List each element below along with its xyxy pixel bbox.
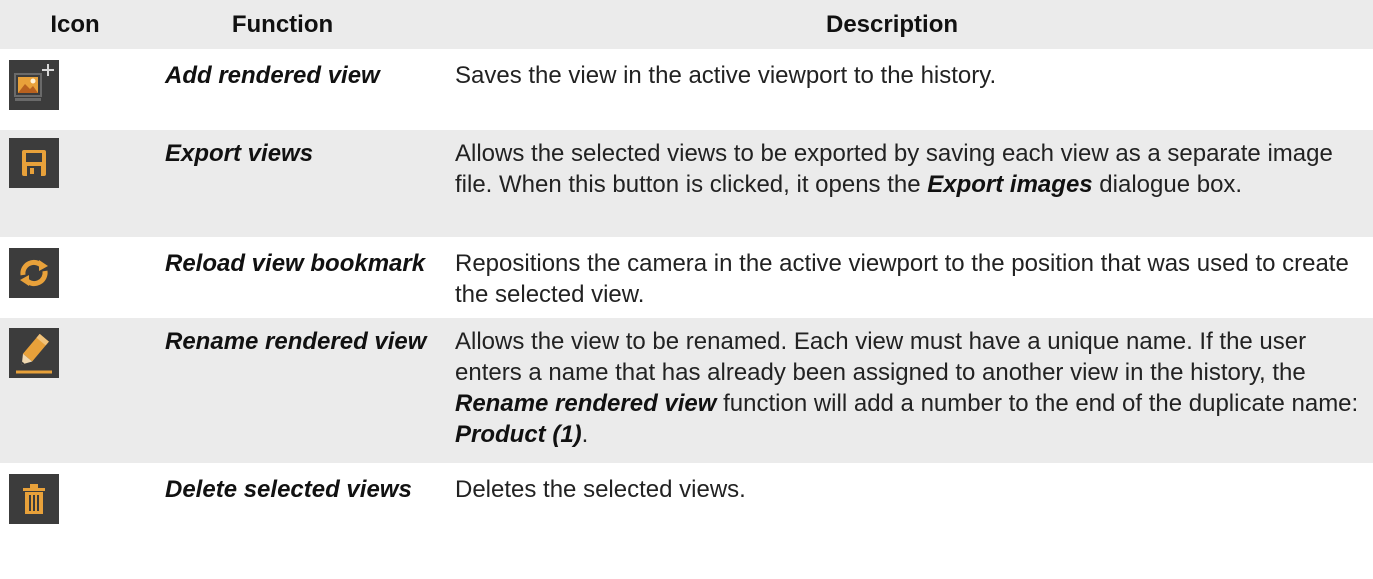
description-text: Deletes the selected views. [455, 476, 746, 503]
icon-cell [0, 130, 155, 237]
table-header-row: Icon Function Description [0, 0, 1373, 52]
header-icon: Icon [50, 10, 100, 38]
trash-icon [9, 474, 59, 524]
functions-table: Icon Function Description Add rendered v… [0, 0, 1373, 548]
function-cell: Export views [155, 130, 445, 237]
table-row: Export views Allows the selected views t… [0, 130, 1373, 240]
floppy-disk-icon [9, 138, 59, 188]
description-cell: Repositions the camera in the active vie… [445, 240, 1373, 315]
header-function: Function [231, 10, 334, 38]
description-cell: Saves the view in the active viewport to… [445, 52, 1373, 127]
icon-cell [0, 466, 155, 548]
function-cell: Add rendered view [155, 52, 445, 127]
description-cell: Deletes the selected views. [445, 466, 1373, 548]
function-name: Add rendered view [165, 62, 380, 89]
icon-cell [0, 240, 155, 315]
description-text: Saves the view in the active viewport to… [455, 62, 997, 89]
rename-pencil-icon [9, 328, 59, 378]
icon-cell [0, 318, 155, 463]
refresh-icon [9, 248, 59, 298]
description-text: Allows the selected views to be exported… [455, 140, 1333, 198]
add-image-icon [9, 60, 59, 110]
emphasis-product-1: Product (1) [455, 421, 582, 448]
emphasis-export-images: Export images [927, 171, 1093, 198]
table-row: Add rendered view Saves the view in the … [0, 52, 1373, 130]
table-row: Delete selected views Deletes the select… [0, 466, 1373, 548]
table-row: Reload view bookmark Repositions the cam… [0, 240, 1373, 318]
header-description: Description [825, 10, 959, 38]
function-name: Rename rendered view [165, 328, 427, 355]
description-text: Repositions the camera in the active vie… [455, 250, 1349, 308]
function-name: Export views [165, 140, 314, 167]
description-cell: Allows the view to be renamed. Each view… [445, 318, 1373, 463]
function-cell: Delete selected views [155, 466, 445, 548]
function-cell: Rename rendered view [155, 318, 445, 463]
function-name: Delete selected views [165, 476, 412, 503]
emphasis-rename-rendered-view: Rename rendered view [455, 390, 717, 417]
icon-cell [0, 52, 155, 127]
description-text: Allows the view to be renamed. Each view… [455, 328, 1359, 448]
function-name: Reload view bookmark [165, 250, 426, 277]
description-cell: Allows the selected views to be exported… [445, 130, 1373, 237]
function-cell: Reload view bookmark [155, 240, 445, 315]
table-row: Rename rendered view Allows the view to … [0, 318, 1373, 466]
